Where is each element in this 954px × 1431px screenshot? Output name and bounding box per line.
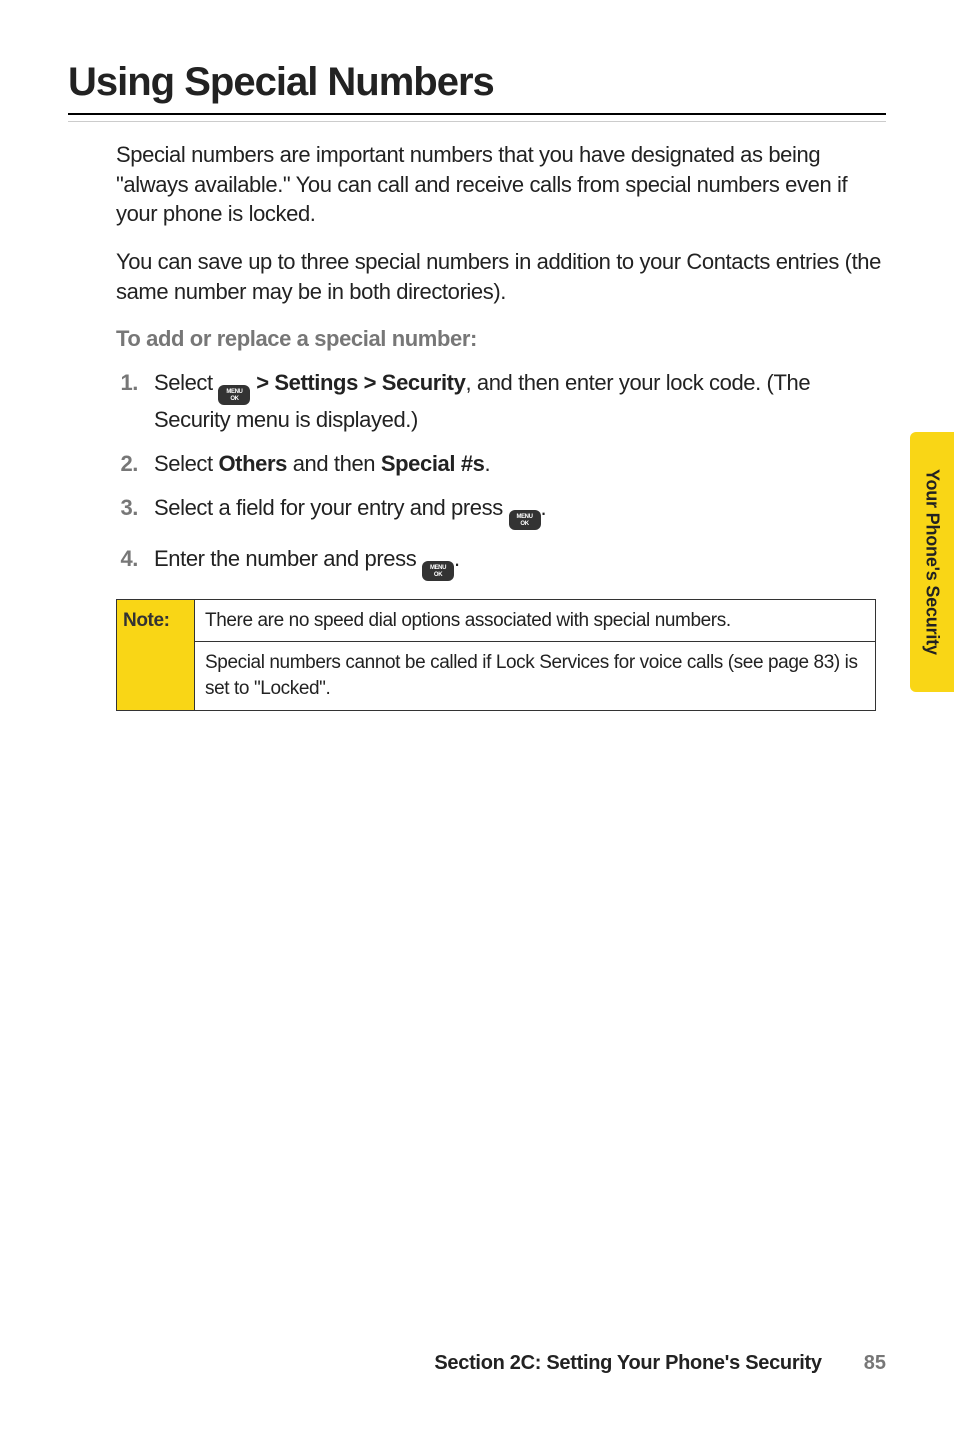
side-tab: Your Phone's Security [910, 432, 954, 692]
step-body: Select a field for your entry and press … [154, 493, 886, 530]
note-box: Note: There are no speed dial options as… [116, 599, 876, 711]
page-footer: Section 2C: Setting Your Phone's Securit… [434, 1352, 886, 1375]
step-number: 2. [116, 449, 138, 479]
intro-paragraph-1: Special numbers are important numbers th… [116, 140, 886, 229]
icon-top: MENU [430, 565, 446, 571]
text: Enter the number and press [154, 546, 422, 571]
icon-bottom: OK [230, 396, 238, 402]
step-number: 1. [116, 368, 138, 435]
step-2: 2. Select Others and then Special #s. [116, 449, 886, 479]
note-text-1: There are no speed dial options associat… [195, 600, 875, 643]
step-body: Select MENU OK > Settings > Security, an… [154, 368, 886, 435]
step-4: 4. Enter the number and press MENU OK . [116, 544, 886, 581]
text: . [454, 546, 460, 571]
text: , and then enter your lock code. (The Se… [154, 370, 810, 432]
page-title: Using Special Numbers [68, 60, 886, 105]
step-3: 3. Select a field for your entry and pre… [116, 493, 886, 530]
bold-text: > Settings > Security [256, 370, 465, 395]
bold-text: Others [218, 451, 287, 476]
text: and then [287, 451, 381, 476]
step-1: 1. Select MENU OK > Settings > Security,… [116, 368, 886, 435]
steps-list: 1. Select MENU OK > Settings > Security,… [116, 368, 886, 580]
step-number: 3. [116, 493, 138, 530]
note-label: Note: [117, 599, 195, 710]
text: Select [154, 451, 218, 476]
step-body: Select Others and then Special #s. [154, 449, 886, 479]
rule-thick [68, 113, 886, 115]
procedure-heading: To add or replace a special number: [116, 326, 886, 352]
text: . [485, 451, 491, 476]
text: Select a field for your entry and press [154, 495, 509, 520]
menu-ok-icon: MENU OK [509, 510, 541, 530]
footer-section: Section 2C: Setting Your Phone's Securit… [434, 1352, 821, 1375]
step-number: 4. [116, 544, 138, 581]
rule-thin [68, 121, 886, 122]
bold-text: Special #s [381, 451, 485, 476]
side-tab-label: Your Phone's Security [922, 469, 943, 655]
icon-bottom: OK [434, 572, 442, 578]
intro-paragraph-2: You can save up to three special numbers… [116, 247, 886, 306]
note-text-2: Special numbers cannot be called if Lock… [195, 642, 875, 709]
icon-bottom: OK [520, 521, 528, 527]
step-body: Enter the number and press MENU OK . [154, 544, 886, 581]
menu-ok-icon: MENU OK [218, 385, 250, 405]
text: . [541, 495, 547, 520]
footer-page-number: 85 [864, 1352, 886, 1375]
text: Select [154, 370, 218, 395]
icon-top: MENU [226, 389, 242, 395]
menu-ok-icon: MENU OK [422, 561, 454, 581]
icon-top: MENU [516, 514, 532, 520]
